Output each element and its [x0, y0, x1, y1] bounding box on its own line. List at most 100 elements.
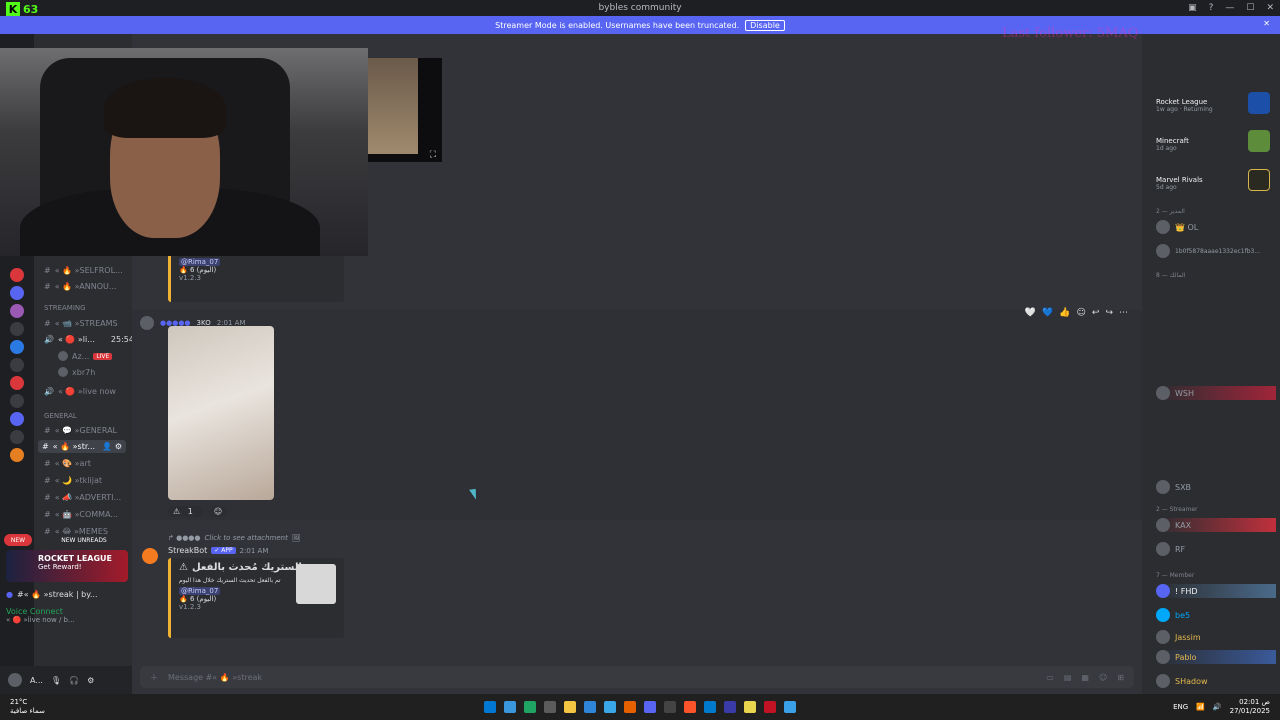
discord-icon[interactable] [644, 701, 656, 713]
channel-streak[interactable]: # « 🔥 »str... 👤 ⚙ [38, 440, 126, 453]
server-icon[interactable] [10, 376, 24, 390]
gif-icon[interactable]: ▤ [1064, 673, 1072, 682]
folder-icon[interactable] [564, 701, 576, 713]
streakbot-avatar[interactable] [142, 548, 158, 564]
member[interactable]: Pablo [1156, 650, 1276, 664]
dm-channel[interactable]: #« 🔥 »streak | by... [17, 590, 98, 599]
app-icon[interactable] [604, 701, 616, 713]
embed-thumbnail[interactable] [296, 564, 336, 604]
add-reaction-icon[interactable]: ☺ [1077, 308, 1086, 318]
maximize-icon[interactable]: ☐ [1246, 3, 1254, 13]
server-icon[interactable] [10, 304, 24, 318]
voice-channel-live[interactable]: 🔊 « 🔴 »li... 25:54 [44, 335, 134, 344]
game-video-preview[interactable]: ⛶ [368, 58, 442, 162]
headphones-icon[interactable]: 🎧 [69, 676, 79, 685]
avatar[interactable] [8, 673, 22, 687]
mic-icon[interactable]: 🎙 [51, 676, 61, 685]
rocket-league-promo[interactable]: ROCKET LEAGUE Get Reward! [6, 550, 128, 582]
member[interactable]: WSH [1156, 386, 1276, 400]
member[interactable]: be5 [1156, 608, 1190, 622]
start-icon[interactable] [484, 701, 496, 713]
channel-advertise[interactable]: # « 📣 »ADVERTI... [44, 493, 121, 502]
vscode-icon[interactable] [704, 701, 716, 713]
member[interactable]: ! FHD [1156, 584, 1276, 598]
channel-commands[interactable]: # « 🤖 »COMMA... [44, 510, 118, 519]
channel-streams[interactable]: # « 📹 »STREAMS [44, 319, 118, 328]
heart-icon[interactable]: 🤍 [1025, 308, 1036, 318]
message-composer[interactable]: ＋ Message #« 🔥 »streak ▭ ▤ ▦ ☺ ⊞ [140, 666, 1134, 688]
channel-selfroles[interactable]: # « 🔥 »SELFROL... [44, 266, 123, 275]
app-icon[interactable] [724, 701, 736, 713]
channel-art[interactable]: # « 🎨 »art [44, 459, 91, 468]
channel-tklijat[interactable]: # « 🌙 »tklijat [44, 476, 102, 485]
forward-icon[interactable]: ↪ [1105, 308, 1113, 318]
game-activity[interactable]: Rocket League 1w ago · Returning [1156, 98, 1213, 113]
category-general[interactable]: GENERAL [44, 412, 77, 420]
close-banner-icon[interactable]: ✕ [1263, 19, 1270, 28]
mention[interactable]: @Rima_07 [179, 587, 221, 595]
server-icon[interactable] [10, 322, 24, 336]
minimize-icon[interactable]: — [1225, 3, 1234, 13]
server-icon[interactable] [10, 340, 24, 354]
app-icon[interactable] [764, 701, 776, 713]
reply-icon[interactable]: ↩ [1092, 308, 1100, 318]
blue-heart-icon[interactable]: 💙 [1042, 308, 1053, 318]
username[interactable]: A... [30, 676, 43, 685]
apps-icon[interactable]: ⊞ [1117, 673, 1124, 682]
reply-preview[interactable]: ↱ ●●●● Click to see attachment 🖼 [168, 534, 301, 542]
server-icon[interactable] [10, 358, 24, 372]
member[interactable]: SHadow [1156, 674, 1208, 688]
member[interactable]: 1b0f5878aaae1332ec1fb3... [1156, 244, 1260, 258]
game-activity[interactable]: Marvel Rivals 5d ago [1156, 176, 1203, 191]
system-tray[interactable]: ENG 📶 🔊 02:01 ص 27/01/2025 [1173, 698, 1270, 716]
message-input[interactable]: Message #« 🔥 »streak [168, 673, 262, 682]
server-icon[interactable] [10, 268, 24, 282]
gift-icon[interactable]: ▭ [1046, 673, 1054, 682]
image-attachment[interactable] [168, 326, 274, 500]
firefox-icon[interactable] [624, 701, 636, 713]
member[interactable]: RF [1156, 542, 1185, 556]
add-reaction-button[interactable]: ☺ [208, 506, 228, 517]
voice-user[interactable]: Az... LIVE [58, 351, 113, 361]
close-window-icon[interactable]: ✕ [1266, 3, 1274, 13]
obs-icon[interactable] [664, 701, 676, 713]
plus-icon[interactable]: ＋ [150, 672, 158, 683]
server-icon[interactable] [10, 286, 24, 300]
voice-channel-live-now[interactable]: 🔊 « 🔴 »live now [44, 387, 116, 396]
member[interactable]: KAX [1156, 518, 1276, 532]
disable-button[interactable]: Disable [745, 19, 785, 31]
app-icon[interactable] [524, 701, 536, 713]
server-icon[interactable] [10, 448, 24, 462]
category-streaming[interactable]: streaming [44, 304, 86, 312]
sticker-icon[interactable]: ▦ [1081, 673, 1089, 682]
server-icon[interactable] [10, 394, 24, 408]
reaction[interactable]: ⚠ 1 [168, 506, 203, 517]
edge-icon[interactable] [584, 701, 596, 713]
voice-channel[interactable]: « 🔴 »live now / b... [6, 616, 130, 624]
server-icon[interactable] [10, 430, 24, 444]
mention[interactable]: @Rima_07 [179, 258, 221, 266]
new-unreads-pill[interactable]: NEW UNREADS [44, 534, 124, 546]
voice-user[interactable]: xbr7h [58, 367, 95, 377]
member[interactable]: SXB [1156, 480, 1191, 494]
emoji-icon[interactable]: ☺ [1099, 673, 1107, 682]
new-badge[interactable]: NEW [4, 534, 32, 546]
server-icon[interactable] [10, 412, 24, 426]
avatar[interactable] [140, 316, 154, 330]
channel-announcements[interactable]: # « 🔥 »ANNOU... [44, 282, 116, 291]
task-view-icon[interactable] [504, 701, 516, 713]
brave-icon[interactable] [684, 701, 696, 713]
member[interactable]: 👑 OL [1156, 220, 1198, 234]
inbox-icon[interactable]: ▣ [1188, 3, 1197, 13]
member[interactable]: Jassim [1156, 630, 1201, 644]
app-icon[interactable] [544, 701, 556, 713]
channel-general[interactable]: # « 💬 »GENERAL [44, 426, 117, 435]
help-icon[interactable]: ? [1209, 3, 1214, 13]
app-icon[interactable] [744, 701, 756, 713]
app-icon[interactable] [784, 701, 796, 713]
weather-widget[interactable]: 21°C سماء صافية [10, 698, 45, 716]
author[interactable]: StreakBot [168, 546, 207, 555]
gear-icon[interactable]: ⚙ [87, 676, 94, 685]
thumbs-up-icon[interactable]: 👍 [1059, 308, 1070, 318]
game-activity[interactable]: Minecraft 1d ago [1156, 137, 1189, 152]
